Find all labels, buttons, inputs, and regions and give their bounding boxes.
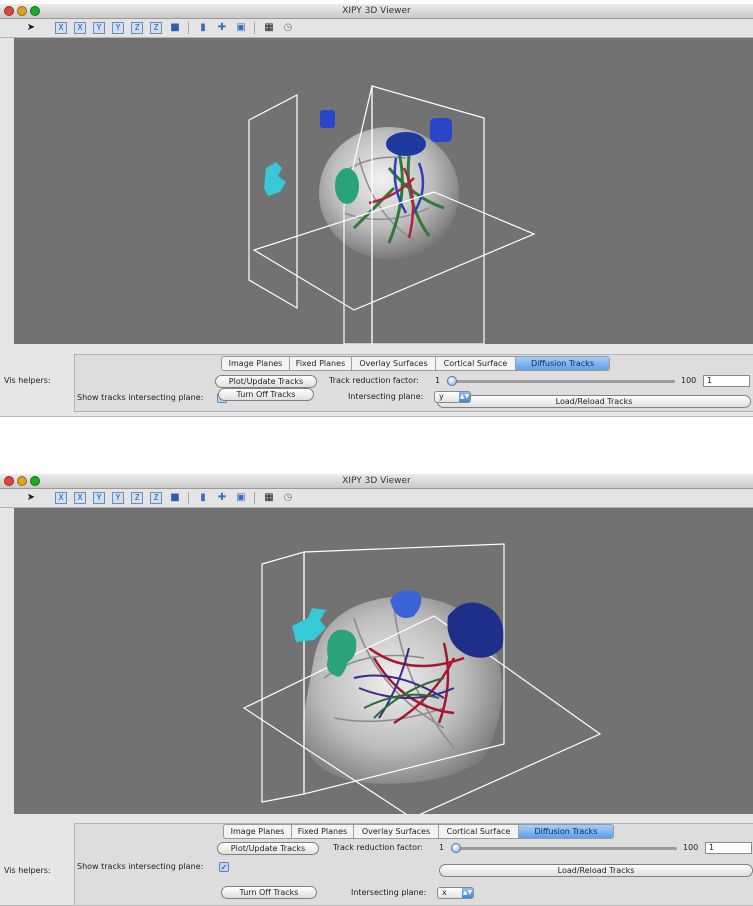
track-reduction-label: Track reduction factor:	[329, 376, 419, 385]
navigate-icon[interactable]: ➤	[25, 492, 37, 504]
reduction-max-label: 100	[681, 376, 697, 385]
viewer-window-1: XIPY 3D Viewer ➤ X X Y Y Z Z ■ ▮ ✚ ▣ ▦ ◷	[0, 4, 753, 417]
control-panel: Image Planes Fixed Planes Overlay Surfac…	[74, 354, 753, 412]
plane-z-alt-icon[interactable]: Z	[150, 492, 162, 504]
show-tracks-label: Show tracks intersecting plane:	[77, 862, 204, 871]
surface-icon[interactable]: ▮	[197, 492, 209, 504]
plane-z-alt-icon[interactable]: Z	[150, 22, 162, 34]
intersecting-plane-label: Intersecting plane:	[351, 888, 427, 897]
tab-bar: Image Planes Fixed Planes Overlay Surfac…	[223, 824, 614, 839]
intersecting-plane-select[interactable]: x ▲▼	[437, 887, 474, 899]
tab-overlay-surfaces[interactable]: Overlay Surfaces	[352, 357, 436, 370]
toolbar-separator	[254, 492, 255, 504]
chevron-updown-icon: ▲▼	[459, 392, 470, 402]
tab-diffusion-tracks[interactable]: Diffusion Tracks	[519, 825, 613, 838]
plane-x-icon[interactable]: X	[55, 22, 67, 34]
track-reduction-label: Track reduction factor:	[333, 843, 423, 852]
track-reduction-slider[interactable]	[451, 847, 677, 850]
track-reduction-slider-knob[interactable]	[451, 843, 461, 853]
tab-fixed-planes[interactable]: Fixed Planes	[292, 825, 354, 838]
vis-helpers-label: Vis helpers:	[4, 376, 51, 385]
reduction-max-label: 100	[683, 843, 699, 852]
plane-z-icon[interactable]: Z	[131, 492, 143, 504]
toolbar-separator	[188, 22, 189, 34]
tab-image-planes[interactable]: Image Planes	[224, 825, 292, 838]
track-reduction-slider[interactable]	[447, 380, 675, 383]
load-reload-tracks-button[interactable]: Load/Reload Tracks	[439, 864, 753, 877]
reduction-min-label: 1	[439, 843, 445, 852]
show-tracks-label: Show tracks intersecting plane:	[77, 393, 204, 402]
tab-cortical-surface[interactable]: Cortical Surface	[436, 357, 516, 370]
window-title: XIPY 3D Viewer	[342, 476, 411, 486]
toolbar: ➤ X X Y Y Z Z ■ ▮ ✚ ▣ ▦ ◷	[0, 489, 753, 508]
turn-off-tracks-button[interactable]: Turn Off Tracks	[221, 886, 317, 899]
plane-x-icon[interactable]: X	[55, 492, 67, 504]
crosshair-icon[interactable]: ✚	[216, 492, 228, 504]
tab-bar: Image Planes Fixed Planes Overlay Surfac…	[221, 356, 610, 371]
save-icon[interactable]: ▦	[263, 22, 275, 34]
fit-view-icon[interactable]: ▣	[235, 492, 247, 504]
intersecting-plane-value: x	[442, 888, 447, 897]
volume-cube-icon[interactable]: ■	[169, 492, 181, 504]
toolbar: ➤ X X Y Y Z Z ■ ▮ ✚ ▣ ▦ ◷	[0, 19, 753, 38]
crosshair-icon[interactable]: ✚	[216, 22, 228, 34]
tab-fixed-planes[interactable]: Fixed Planes	[290, 357, 352, 370]
load-reload-tracks-button[interactable]: Load/Reload Tracks	[437, 395, 751, 408]
chevron-updown-icon: ▲▼	[462, 888, 473, 898]
reset-view-icon[interactable]: ◷	[282, 492, 294, 504]
window-title: XIPY 3D Viewer	[342, 6, 411, 16]
plane-y-icon[interactable]: Y	[93, 492, 105, 504]
track-reduction-input[interactable]: 1	[703, 375, 750, 387]
surface-icon[interactable]: ▮	[197, 22, 209, 34]
vis-helpers-label: Vis helpers:	[4, 866, 51, 875]
toolbar-separator	[254, 22, 255, 34]
control-panel: Image Planes Fixed Planes Overlay Surfac…	[74, 823, 753, 905]
fit-view-icon[interactable]: ▣	[235, 22, 247, 34]
navigate-icon[interactable]: ➤	[25, 22, 37, 34]
turn-off-tracks-button[interactable]: Turn Off Tracks	[218, 388, 314, 401]
volume-cube-icon[interactable]: ■	[169, 22, 181, 34]
tab-image-planes[interactable]: Image Planes	[222, 357, 290, 370]
plot-update-tracks-button[interactable]: Plot/Update Tracks	[217, 842, 319, 855]
plane-z-icon[interactable]: Z	[131, 22, 143, 34]
title-bar: XIPY 3D Viewer	[0, 474, 753, 489]
intersecting-plane-select[interactable]: y ▲▼	[434, 391, 471, 403]
plane-x-alt-icon[interactable]: X	[74, 22, 86, 34]
intersecting-plane-value: y	[439, 392, 444, 401]
plot-update-tracks-button[interactable]: Plot/Update Tracks	[215, 375, 317, 388]
save-icon[interactable]: ▦	[263, 492, 275, 504]
plane-y-alt-icon[interactable]: Y	[112, 492, 124, 504]
tab-diffusion-tracks[interactable]: Diffusion Tracks	[516, 357, 609, 370]
reduction-min-label: 1	[435, 376, 441, 385]
track-reduction-input[interactable]: 1	[705, 842, 752, 854]
3d-viewport[interactable]	[14, 38, 753, 344]
reset-view-icon[interactable]: ◷	[282, 22, 294, 34]
viewer-window-2: XIPY 3D Viewer ➤ X X Y Y Z Z ■ ▮ ✚ ▣ ▦ ◷	[0, 474, 753, 906]
plane-y-alt-icon[interactable]: Y	[112, 22, 124, 34]
show-tracks-checkbox[interactable]: ✓	[219, 862, 229, 872]
3d-scene	[248, 85, 536, 344]
title-bar: XIPY 3D Viewer	[0, 4, 753, 19]
intersecting-plane-label: Intersecting plane:	[348, 392, 424, 401]
plane-y-icon[interactable]: Y	[93, 22, 105, 34]
3d-scene	[242, 543, 602, 814]
plane-x-alt-icon[interactable]: X	[74, 492, 86, 504]
toolbar-separator	[188, 492, 189, 504]
track-reduction-slider-knob[interactable]	[447, 376, 457, 386]
tab-overlay-surfaces[interactable]: Overlay Surfaces	[354, 825, 439, 838]
3d-viewport[interactable]	[14, 508, 753, 814]
tab-cortical-surface[interactable]: Cortical Surface	[439, 825, 519, 838]
